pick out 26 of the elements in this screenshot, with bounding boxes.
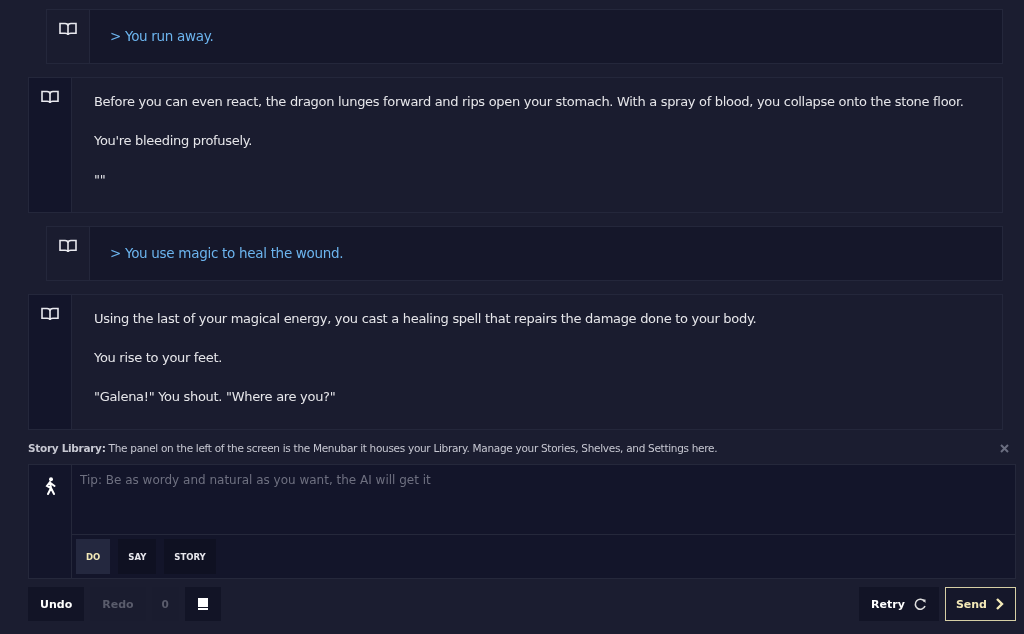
book-icon [41, 307, 59, 321]
retry-icon [912, 597, 927, 611]
tip-text: Story Library: The panel on the left of the screen is the Menubar it houses your Library. Manage your Stories, Shelves, and Settings here. [28, 442, 718, 454]
action-text: > You use magic to heal the wound. [110, 244, 344, 263]
story-text: "Galena!" You shout. "Where are you?" [94, 388, 337, 406]
close-icon[interactable] [1000, 443, 1009, 453]
story-text: You rise to your feet. [94, 349, 224, 367]
story-text: Before you can even react, the dragon lunges forward and rips open your stomach. With a spray of blood, you collapse onto the stone floor. [94, 93, 964, 111]
book-button[interactable] [184, 587, 221, 621]
action-text: > You run away. [110, 27, 214, 46]
mode-button[interactable]: SAY [118, 539, 157, 574]
chevron-icon [995, 598, 1005, 610]
retry-button[interactable]: Retry [859, 587, 939, 621]
mode-button[interactable]: DO [76, 539, 111, 574]
input-panel[interactable]: Tip: Be as wordy and natural as you want, the AI will get it DO SAY STORY [28, 464, 1016, 579]
book-icon [59, 239, 77, 253]
walking-person-icon [43, 477, 57, 495]
book-icon [196, 598, 209, 610]
story-text: Using the last of your magical energy, you cast a healing spell that repairs the damage done to your body. [94, 310, 757, 328]
send-button[interactable]: Send [944, 587, 1016, 621]
book-icon [59, 22, 77, 36]
mode-button[interactable]: STORY [164, 539, 216, 574]
book-icon [41, 90, 59, 104]
story-text: You're bleeding profusely. [94, 132, 254, 150]
story-text: "" [94, 171, 107, 189]
undo-button[interactable]: Undo [28, 587, 85, 621]
